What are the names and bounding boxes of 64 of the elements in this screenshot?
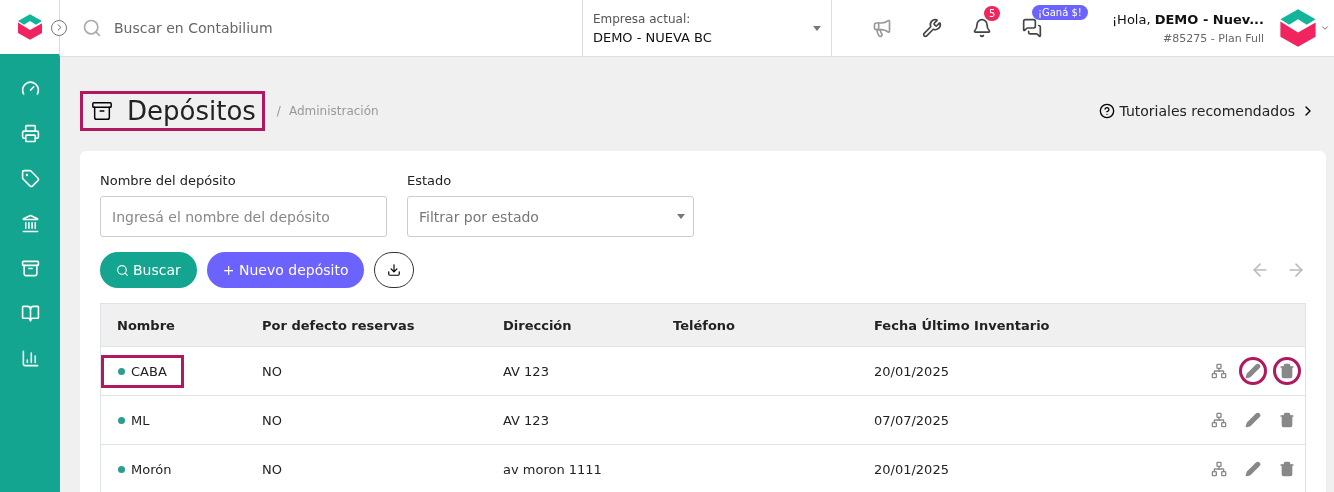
delete-button[interactable] [1273, 357, 1301, 385]
table-cell-text: NO [262, 412, 283, 428]
table-cell-text: NO [262, 363, 283, 379]
wrench-icon[interactable] [921, 18, 942, 38]
name-field[interactable]: Ingresá el nombre del depósito [100, 196, 387, 237]
trash-icon [1279, 363, 1295, 379]
megaphone-icon[interactable] [871, 18, 892, 38]
promo-badge: ¡Ganá $! [1031, 5, 1088, 20]
book-icon[interactable] [20, 304, 40, 323]
column-header: Dirección [503, 317, 573, 333]
column-header: Teléfono [673, 317, 736, 333]
help-icon [1098, 103, 1115, 119]
bar-chart-icon[interactable] [20, 349, 40, 368]
hierarchy-icon [1211, 461, 1227, 477]
table-cell-text: av moron 1111 [503, 461, 603, 477]
page-title: Depósitos [127, 96, 256, 126]
table-cell-text: 07/07/2025 [874, 412, 950, 428]
download-button[interactable] [374, 252, 415, 288]
bell-icon[interactable] [971, 18, 992, 38]
sidebar-toggle[interactable] [51, 19, 67, 36]
search-button[interactable]: Buscar [100, 252, 197, 288]
warehouse-name: CABA [101, 354, 184, 388]
notification-badge: 5 [983, 6, 1001, 21]
chat-icon[interactable] [1021, 18, 1042, 38]
greeting: ¡Hola, DEMO - Nuev... [1111, 11, 1264, 27]
new-warehouse-button[interactable]: + Nuevo depósito [206, 252, 365, 288]
bank-icon[interactable] [20, 214, 40, 233]
hierarchy-icon [1211, 412, 1227, 428]
table-cell-text: AV 123 [503, 412, 550, 428]
plan-label: #85275 - Plan Full [1163, 31, 1264, 45]
table-cell-text: 20/01/2025 [874, 363, 950, 379]
warehouse-name: Morón [101, 452, 189, 486]
edit-button[interactable] [1239, 357, 1267, 385]
column-header: Nombre [117, 317, 176, 333]
table-cell-text: AV 123 [503, 363, 550, 379]
field-label: Estado [407, 173, 453, 188]
company-selector[interactable]: Empresa actual: DEMO - NUEVA BC [581, 0, 832, 56]
tutorials-link[interactable]: Tutoriales recomendados [1119, 103, 1295, 119]
pencil-icon [1245, 363, 1261, 379]
trash-icon [1279, 461, 1295, 477]
search-icon [116, 263, 129, 277]
archive-icon[interactable] [20, 259, 40, 278]
caret-icon [677, 214, 685, 219]
trash-icon [1279, 412, 1295, 428]
field-label: Nombre del depósito [100, 173, 237, 188]
printer-icon[interactable] [20, 124, 40, 143]
status-select[interactable]: Filtrar por estado [407, 196, 694, 237]
tag-icon[interactable] [20, 169, 40, 188]
pencil-icon [1245, 461, 1261, 477]
download-icon [387, 263, 402, 277]
table-cell-text: 20/01/2025 [874, 461, 950, 477]
breadcrumb-link[interactable]: Administración [288, 104, 379, 118]
pencil-icon [1245, 412, 1261, 428]
gauge-icon[interactable] [20, 79, 40, 98]
archive-icon [91, 100, 113, 122]
column-header: Por defecto reservas [262, 317, 416, 333]
breadcrumb-separator: / [276, 104, 281, 118]
hierarchy-icon [1211, 363, 1227, 379]
warehouse-name: ML [101, 403, 167, 437]
caret-icon [812, 25, 821, 31]
table-cell-text: NO [262, 461, 283, 477]
search-icon [82, 18, 102, 38]
column-header: Fecha Último Inventario [874, 317, 1051, 333]
chevron-down-icon[interactable] [1320, 23, 1330, 33]
